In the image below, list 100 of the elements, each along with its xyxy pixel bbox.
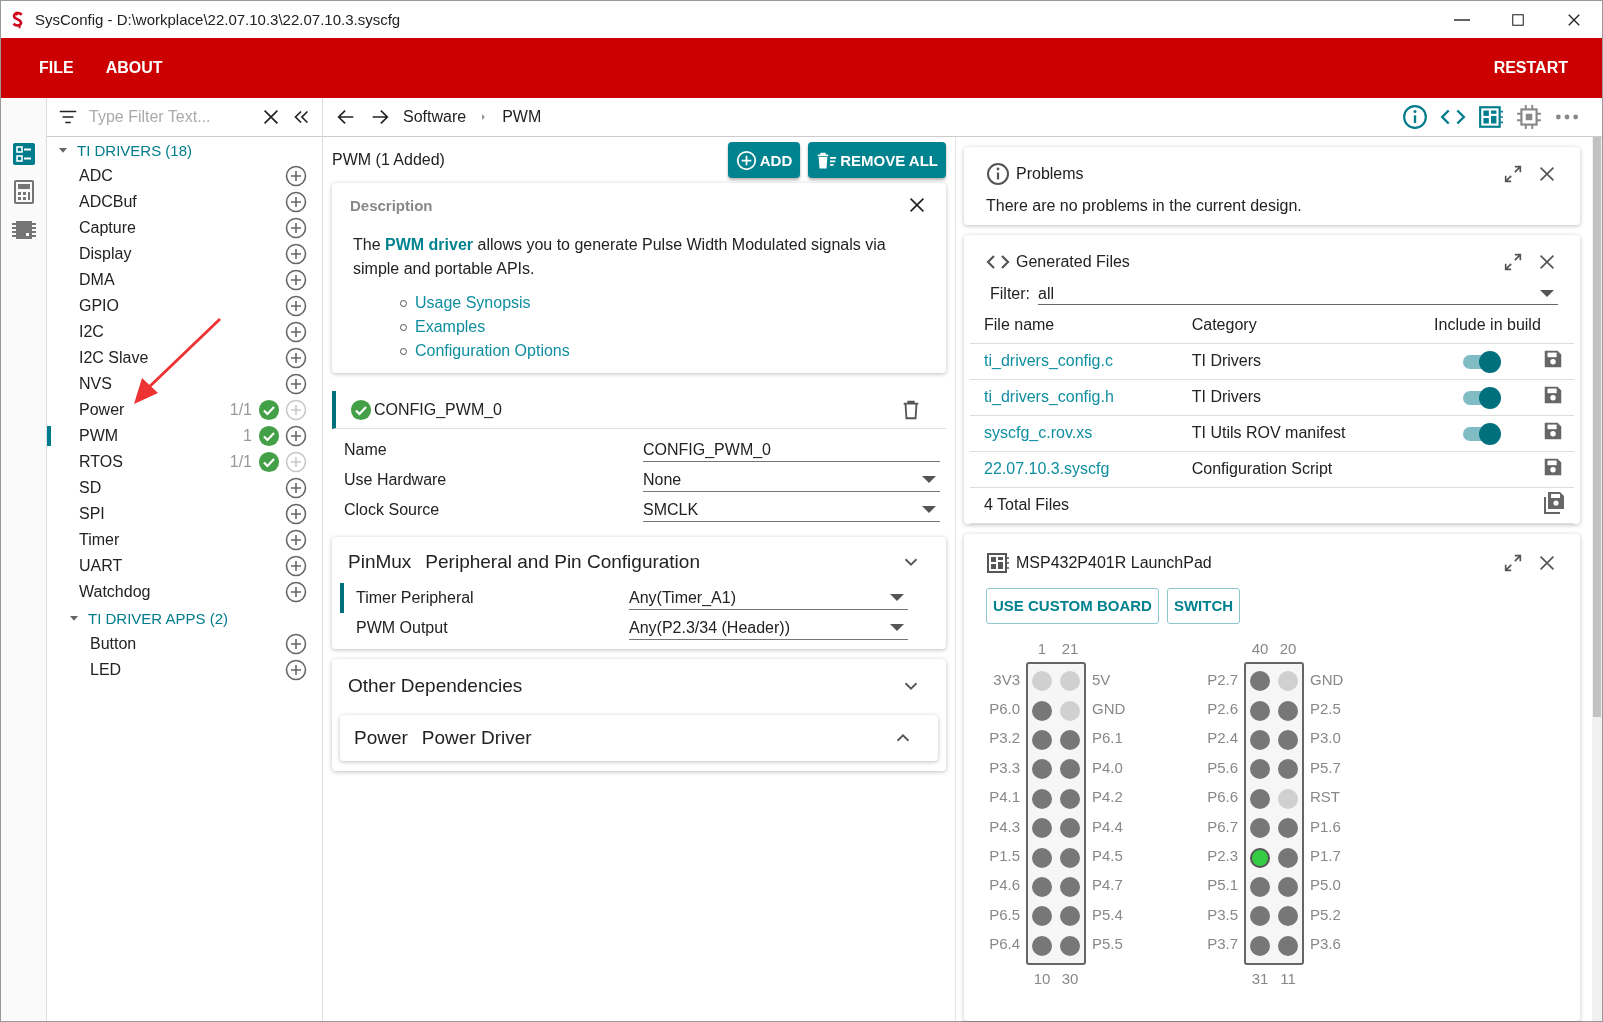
add-icon[interactable]: [284, 164, 308, 188]
pin[interactable]: [1060, 906, 1080, 927]
file-link[interactable]: syscfg_c.rov.xs: [970, 415, 1178, 451]
add-icon[interactable]: [284, 242, 308, 266]
tree-item[interactable]: I2C Slave: [47, 345, 322, 371]
add-icon[interactable]: [284, 372, 308, 396]
file-link[interactable]: ti_drivers_config.c: [970, 343, 1178, 379]
save-all-icon[interactable]: [1542, 491, 1566, 515]
dropdown[interactable]: Any(Timer_A1): [629, 586, 908, 610]
pin[interactable]: [1032, 759, 1052, 780]
driver-link[interactable]: PWM driver: [385, 236, 474, 253]
tree-item[interactable]: Power 1/1: [47, 397, 322, 423]
pin[interactable]: [1250, 788, 1270, 809]
doc-link[interactable]: Usage Synopsis: [415, 294, 531, 312]
pin[interactable]: [1250, 700, 1270, 721]
doc-link[interactable]: Configuration Options: [415, 342, 570, 360]
dropdown[interactable]: None: [643, 468, 940, 492]
pin[interactable]: [1060, 876, 1080, 897]
pin[interactable]: [1250, 935, 1270, 956]
add-icon[interactable]: [284, 580, 308, 604]
pin[interactable]: [1032, 700, 1052, 721]
tree-item[interactable]: UART: [47, 553, 322, 579]
tree-item[interactable]: PWM 1: [47, 423, 322, 449]
tree-item[interactable]: I2C: [47, 319, 322, 345]
add-icon[interactable]: [284, 476, 308, 500]
pin[interactable]: [1250, 876, 1270, 897]
pin[interactable]: [1060, 788, 1080, 809]
add-icon[interactable]: [284, 658, 308, 682]
pin[interactable]: [1060, 847, 1080, 868]
add-icon[interactable]: [284, 216, 308, 240]
tree-item[interactable]: SD: [47, 475, 322, 501]
module-list-icon[interactable]: [11, 142, 36, 166]
pin[interactable]: [1278, 935, 1298, 956]
pin[interactable]: [1250, 847, 1270, 868]
dropdown[interactable]: Any(P2.3/34 (Header)): [629, 616, 908, 640]
text-field[interactable]: CONFIG_PWM_0: [643, 438, 940, 462]
info-icon[interactable]: [1402, 104, 1428, 130]
chip-icon[interactable]: [1516, 104, 1542, 130]
board-button[interactable]: SWITCH: [1166, 587, 1241, 624]
expand-icon[interactable]: [1502, 163, 1524, 185]
save-icon[interactable]: [1542, 384, 1564, 406]
pin[interactable]: [1278, 729, 1298, 750]
add-icon[interactable]: [284, 632, 308, 656]
pin[interactable]: [1060, 818, 1080, 839]
board-button[interactable]: USE CUSTOM BOARD: [986, 587, 1159, 624]
tree-item[interactable]: Timer: [47, 527, 322, 553]
pin[interactable]: [1032, 729, 1052, 750]
pin[interactable]: [1032, 935, 1052, 956]
pin[interactable]: [1278, 700, 1298, 721]
scrollbar-thumb[interactable]: [1593, 137, 1601, 717]
add-icon[interactable]: [284, 554, 308, 578]
pin[interactable]: [1032, 788, 1052, 809]
add-button[interactable]: ADD: [727, 142, 801, 178]
pin[interactable]: [1032, 906, 1052, 927]
pin[interactable]: [1278, 818, 1298, 839]
pin[interactable]: [1250, 759, 1270, 780]
menu-item[interactable]: FILE: [23, 59, 90, 77]
save-icon[interactable]: [1542, 420, 1564, 442]
tree-group-label[interactable]: TI DRIVER APPS (2): [88, 609, 229, 627]
expand-icon[interactable]: [1502, 251, 1524, 273]
add-icon[interactable]: [284, 528, 308, 552]
add-icon[interactable]: [284, 424, 308, 448]
dropdown[interactable]: SMCLK: [643, 498, 940, 522]
pin[interactable]: [1250, 818, 1270, 839]
doc-link[interactable]: Examples: [415, 318, 486, 336]
add-icon[interactable]: [284, 268, 308, 292]
pin[interactable]: [1250, 671, 1270, 692]
instance-name[interactable]: CONFIG_PWM_0: [374, 400, 898, 419]
pin[interactable]: [1060, 729, 1080, 750]
pin[interactable]: [1032, 876, 1052, 897]
tree-item[interactable]: Display: [47, 241, 322, 267]
tree-item[interactable]: Button: [47, 631, 322, 657]
pin[interactable]: [1250, 729, 1270, 750]
tree-item[interactable]: Capture: [47, 215, 322, 241]
add-icon[interactable]: [284, 190, 308, 214]
restart-button[interactable]: RESTART: [1477, 59, 1584, 77]
save-icon[interactable]: [1542, 348, 1564, 370]
breadcrumb-item[interactable]: Software: [403, 108, 467, 126]
add-icon[interactable]: [284, 294, 308, 318]
pin[interactable]: [1060, 759, 1080, 780]
board-icon[interactable]: [1478, 104, 1504, 130]
tree-item[interactable]: Watchdog: [47, 579, 322, 605]
tree-item[interactable]: ADCBuf: [47, 189, 322, 215]
menu-item[interactable]: ABOUT: [89, 59, 179, 77]
filter-dropdown[interactable]: all: [1038, 283, 1558, 305]
pin[interactable]: [1032, 847, 1052, 868]
add-icon[interactable]: [284, 502, 308, 526]
chip-icon[interactable]: [11, 218, 36, 242]
pin[interactable]: [1278, 906, 1298, 927]
pin[interactable]: [1060, 935, 1080, 956]
pin[interactable]: [1278, 876, 1298, 897]
file-link[interactable]: ti_drivers_config.h: [970, 379, 1178, 415]
tree-item[interactable]: DMA: [47, 267, 322, 293]
add-icon[interactable]: [284, 320, 308, 344]
breadcrumb-item[interactable]: PWM: [502, 108, 542, 126]
pin[interactable]: [1278, 847, 1298, 868]
tree-item[interactable]: RTOS 1/1: [47, 449, 322, 475]
dependency-card[interactable]: Power Power Driver: [340, 715, 938, 761]
tree-item[interactable]: LED: [47, 657, 322, 683]
tree-item[interactable]: SPI: [47, 501, 322, 527]
